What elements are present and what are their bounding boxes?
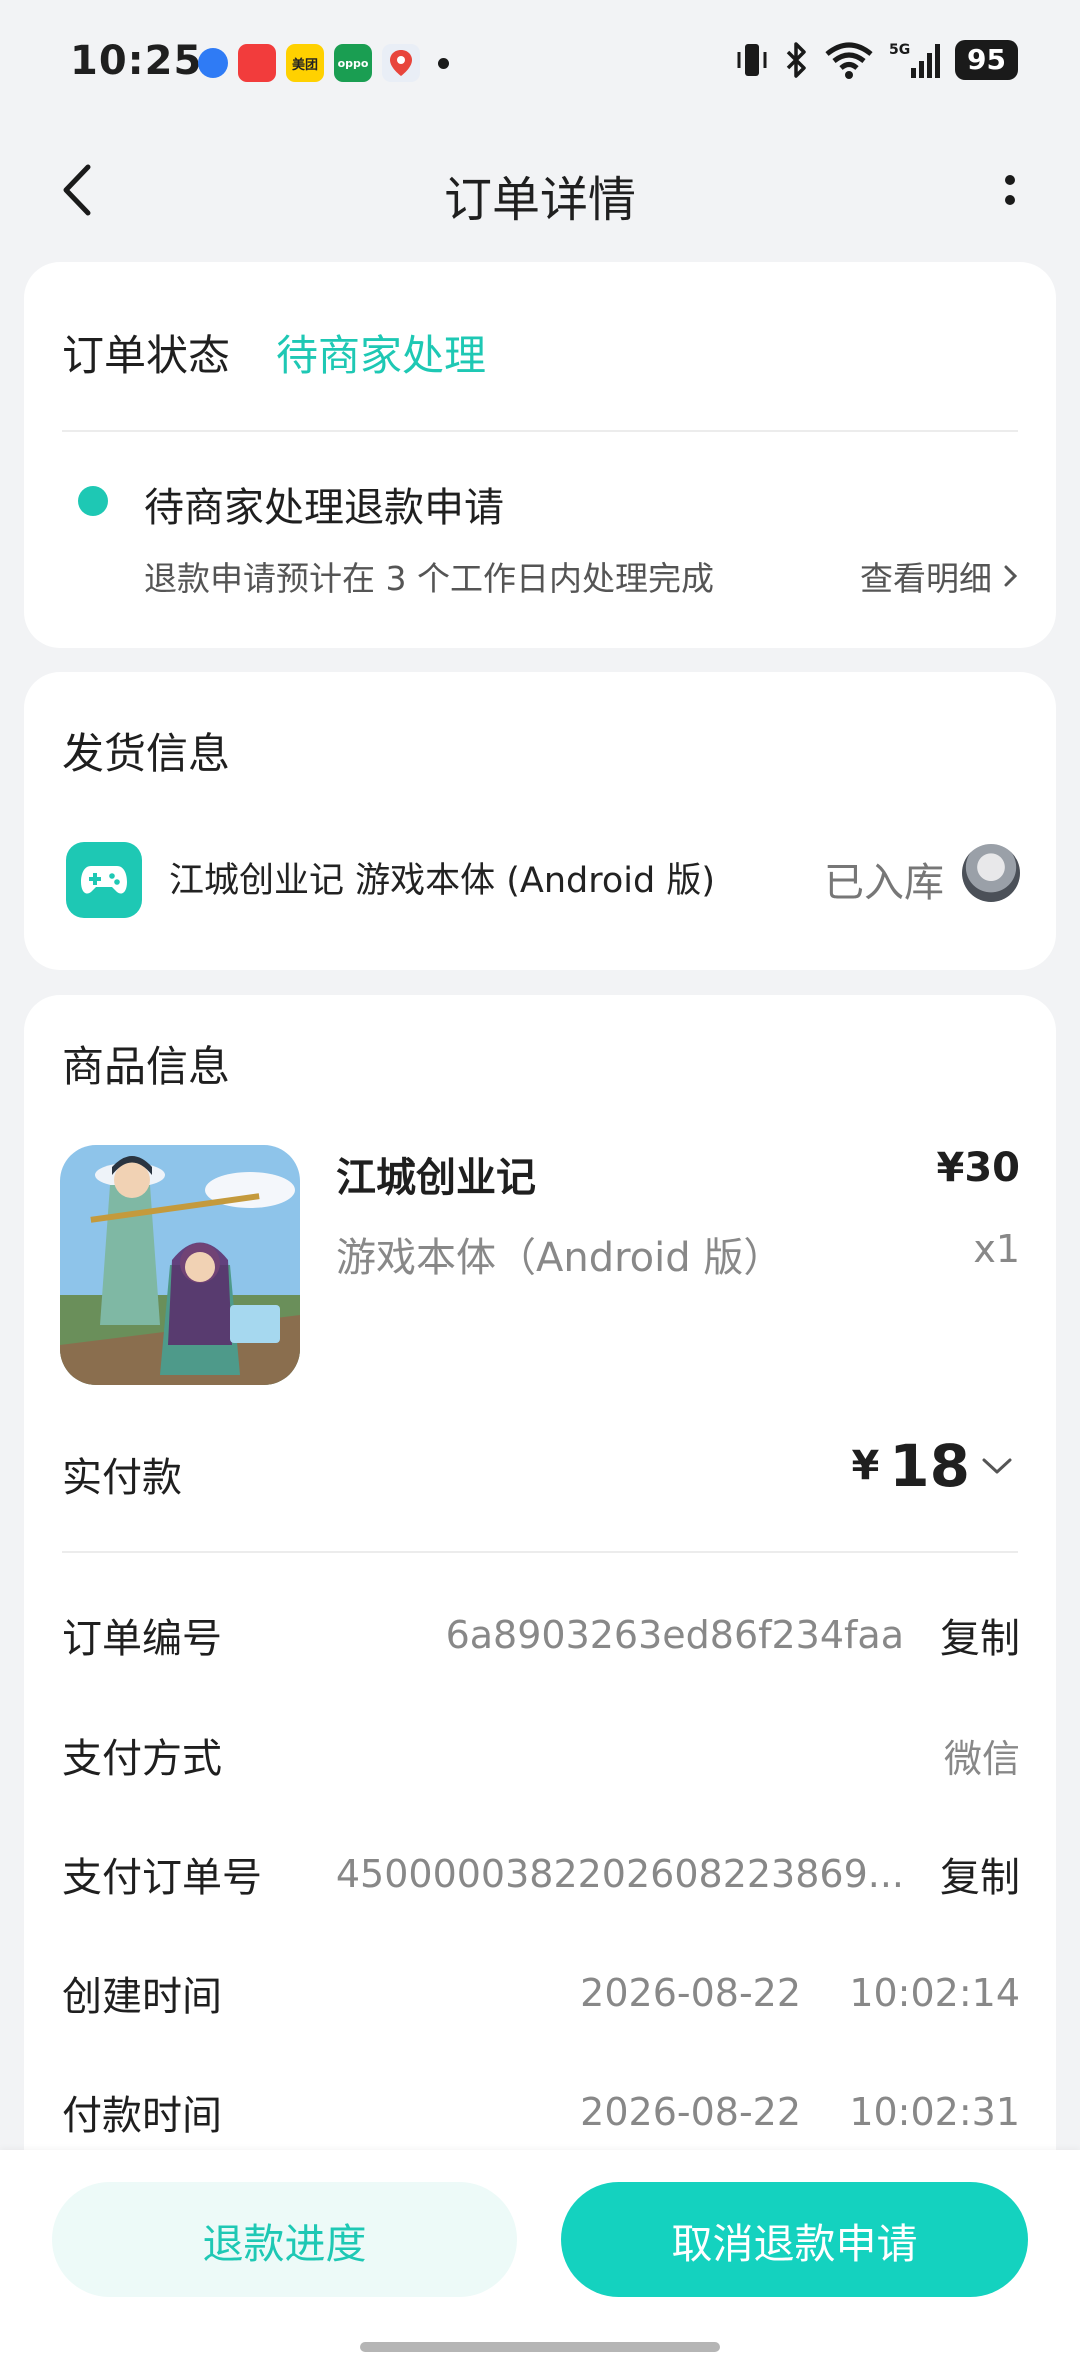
signal-icon: 5G <box>889 42 941 78</box>
view-detail-label: 查看明细 <box>860 559 992 598</box>
detail-row-order-id: 订单编号 6a8903263ed86f234faa 复制 <box>62 1605 1020 1665</box>
status-dot-icon <box>78 486 108 516</box>
status-right: 5G 95 <box>735 40 1018 80</box>
shipping-title: 发货信息 <box>62 729 231 778</box>
more-icon <box>1005 175 1015 185</box>
detail-label: 支付订单号 <box>62 1855 262 1901</box>
paid-amount-toggle[interactable]: ¥ 18 <box>851 1432 1014 1500</box>
view-detail-link[interactable]: 查看明细 <box>860 552 1020 600</box>
avatar <box>962 844 1020 902</box>
map-app-icon <box>382 44 420 82</box>
page-title: 订单详情 <box>443 172 636 228</box>
more-notifications-dot <box>438 57 449 69</box>
order-status-value: 待商家处理 <box>276 331 487 380</box>
order-id-value: 6a8903263ed86f234faa <box>445 1613 904 1657</box>
product-quantity: x1 <box>973 1227 1020 1271</box>
detail-label: 订单编号 <box>62 1616 222 1662</box>
status-event-desc: 退款申请预计在 3 个工作日内处理完成 <box>144 559 714 598</box>
detail-row-pay-method: 支付方式 微信 <box>62 1725 1020 1785</box>
refund-progress-button[interactable]: 退款进度 <box>52 2182 517 2297</box>
detail-row-pay-order-id: 支付订单号 4500000382202608223869... 复制 <box>62 1844 1020 1904</box>
detail-row-paid-time: 付款时间 2026-08-22 10:02:31 <box>62 2082 1020 2142</box>
created-time-value: 2026-08-22 10:02:14 <box>580 1971 1020 2015</box>
paid-currency: ¥ <box>851 1443 880 1489</box>
oppo-app-icon: oppo <box>334 44 372 82</box>
detail-label: 支付方式 <box>62 1736 222 1782</box>
paid-amount: 18 <box>889 1432 970 1500</box>
shipping-item-status: 已入库 <box>824 860 944 906</box>
wifi-icon <box>825 42 873 79</box>
product-price: ¥30 <box>936 1145 1021 1191</box>
bottom-action-bar: 退款进度 取消退款申请 <box>0 2150 1080 2375</box>
detail-row-created-time: 创建时间 2026-08-22 10:02:14 <box>62 1963 1020 2023</box>
product-name: 江城创业记 <box>336 1155 536 1201</box>
browser-app-icon <box>198 48 228 78</box>
svg-text:5G: 5G <box>889 42 910 58</box>
order-status-card: 订单状态 待商家处理 待商家处理退款申请 退款申请预计在 3 个工作日内处理完成… <box>24 262 1056 648</box>
paid-amount-label: 实付款 <box>62 1455 182 1501</box>
meituan-app-icon: 美团 <box>286 44 324 82</box>
bluetooth-icon <box>786 42 806 78</box>
detail-label: 付款时间 <box>62 2093 222 2139</box>
gamepad-icon <box>66 842 142 918</box>
vibrate-icon <box>737 44 767 76</box>
pay-method-value: 微信 <box>943 1736 1020 1781</box>
order-detail-page: 10:25 美团 oppo 5G 95 订单详情 订单状态 待商家处理 待商家处… <box>0 0 1080 2375</box>
pay-order-id-value: 4500000382202608223869... <box>335 1852 904 1896</box>
status-time: 10:25 <box>70 38 203 84</box>
paid-time-value: 2026-08-22 10:02:31 <box>580 2090 1020 2134</box>
divider <box>62 430 1018 432</box>
product-sku: 游戏本体（Android 版） <box>336 1235 784 1281</box>
battery-indicator: 95 <box>955 40 1018 80</box>
status-bar: 10:25 美团 oppo 5G 95 <box>0 0 1080 130</box>
cancel-refund-button[interactable]: 取消退款申请 <box>561 2182 1028 2297</box>
shop-app-icon <box>238 44 276 82</box>
more-button[interactable] <box>980 155 1040 225</box>
chevron-right-icon <box>1004 565 1018 587</box>
status-event-title: 待商家处理退款申请 <box>144 485 504 531</box>
home-indicator[interactable] <box>360 2342 720 2352</box>
order-status-label: 订单状态 <box>62 331 231 380</box>
copy-pay-order-id-button[interactable]: 复制 <box>940 1845 1020 1903</box>
more-icon <box>1005 195 1015 205</box>
shipping-item-name: 江城创业记 游戏本体 (Android 版) <box>169 861 716 901</box>
copy-order-id-button[interactable]: 复制 <box>940 1606 1020 1664</box>
divider <box>62 1551 1018 1553</box>
product-image[interactable] <box>60 1145 300 1385</box>
detail-label: 创建时间 <box>62 1974 222 2020</box>
product-section-title: 商品信息 <box>62 1042 231 1091</box>
shipping-card: 发货信息 江城创业记 游戏本体 (Android 版) 已入库 <box>24 672 1056 970</box>
chevron-down-icon <box>982 1458 1012 1474</box>
notification-icons: 美团 oppo <box>198 44 449 82</box>
nav-bar: 订单详情 <box>0 130 1080 255</box>
